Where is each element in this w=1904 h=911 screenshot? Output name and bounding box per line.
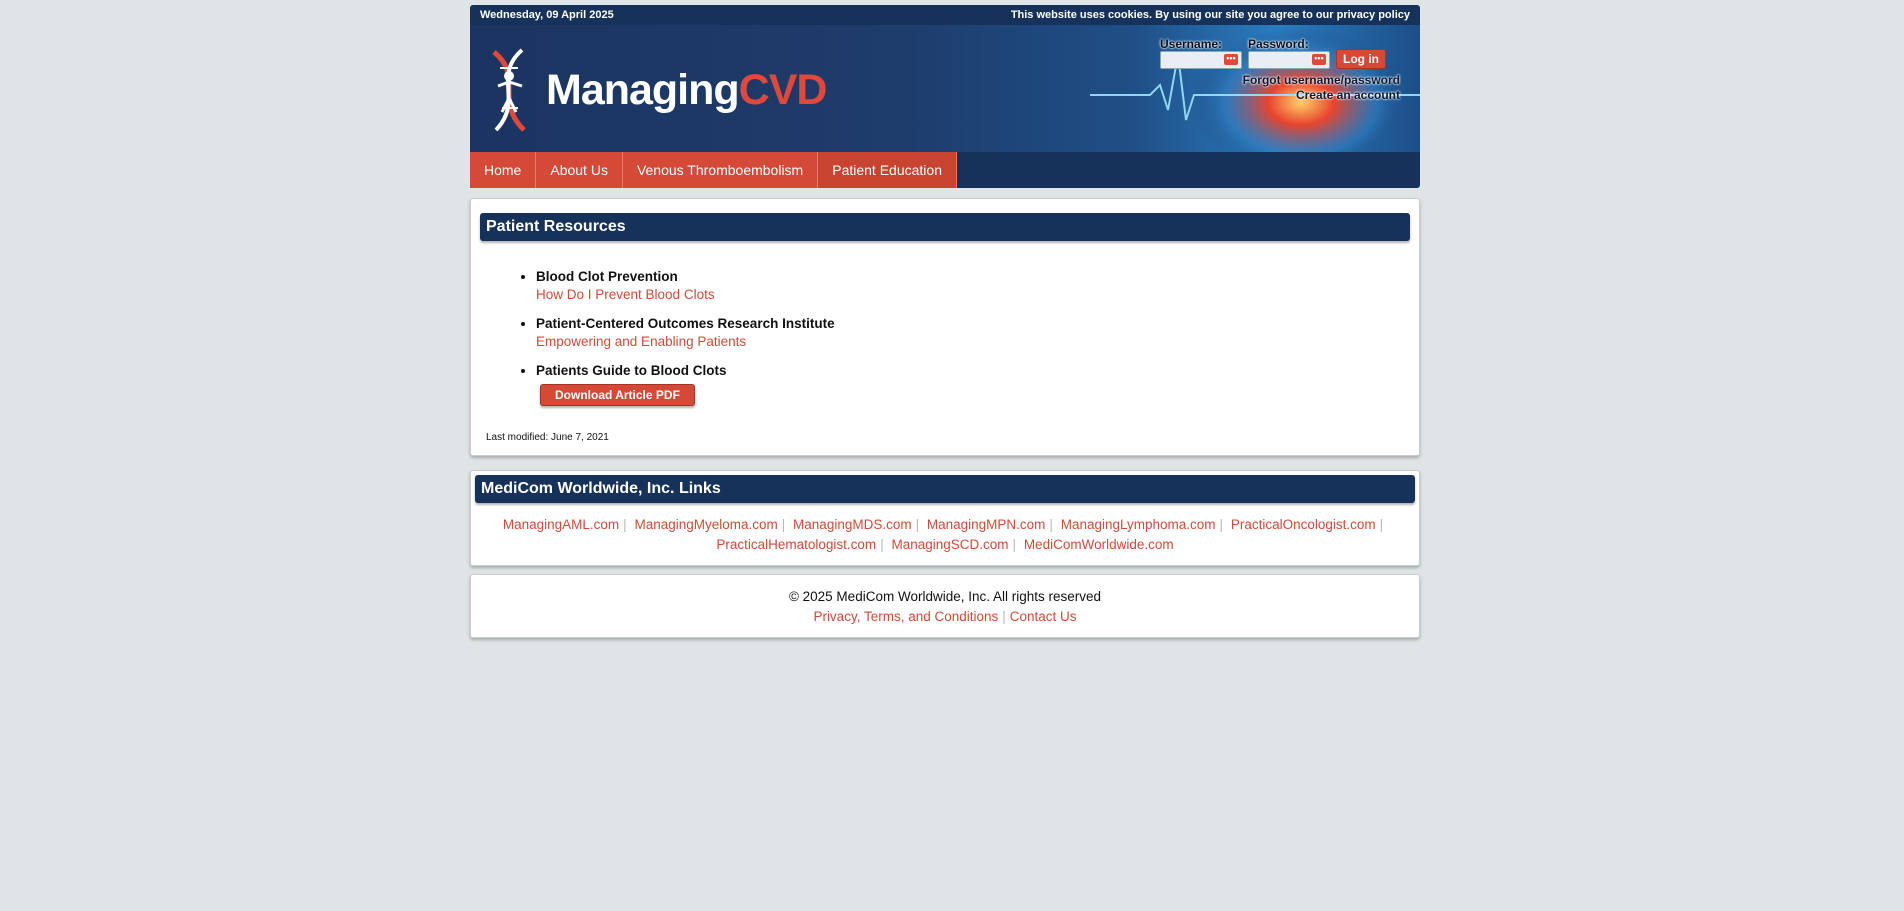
resource-list: Blood Clot Prevention How Do I Prevent B…: [480, 269, 1410, 406]
site-link[interactable]: ManagingMPN.com: [927, 517, 1046, 532]
resource-title: Patients Guide to Blood Clots: [536, 363, 727, 378]
username-input[interactable]: •••: [1160, 51, 1242, 69]
separator: |: [1049, 517, 1053, 532]
site-links: ManagingAML.com | ManagingMyeloma.com | Ma…: [475, 515, 1415, 555]
logo-text-managing: Managing: [546, 65, 740, 114]
site-link[interactable]: MediComWorldwide.com: [1024, 537, 1174, 552]
cookie-notice[interactable]: This website uses cookies. By using our …: [1011, 9, 1410, 21]
copyright: © 2025 MediCom Worldwide, Inc. All right…: [788, 589, 1102, 604]
medicom-links-panel: MediCom Worldwide, Inc. Links ManagingAM…: [470, 470, 1420, 566]
password-manager-icon[interactable]: •••: [1312, 54, 1326, 65]
site-link[interactable]: ManagingAML.com: [503, 517, 619, 532]
header-banner: ManagingCVD Username: ••• Password: ••• …: [470, 25, 1420, 152]
site-link[interactable]: PracticalOncologist.com: [1231, 517, 1376, 532]
create-account-link[interactable]: Create an account: [1296, 88, 1400, 102]
forgot-password-link[interactable]: Forgot username/password: [1243, 73, 1400, 87]
last-modified: Last modified: June 7, 2021: [486, 432, 609, 443]
separator: |: [1012, 537, 1017, 552]
current-date: Wednesday, 09 April 2025: [480, 9, 614, 21]
password-manager-icon[interactable]: •••: [1224, 54, 1238, 65]
patient-resources-panel: Patient Resources Blood Clot Prevention …: [470, 198, 1420, 456]
list-item: Patient-Centered Outcomes Research Insti…: [536, 316, 1410, 349]
resource-title: Patient-Centered Outcomes Research Insti…: [536, 316, 835, 331]
separator: |: [781, 517, 786, 532]
main-nav: Home About Us Venous Thromboembolism Pat…: [470, 152, 1420, 188]
site-logo[interactable]: ManagingCVD: [484, 45, 828, 135]
password-label: Password:: [1248, 37, 1309, 51]
footer-panel: © 2025 MediCom Worldwide, Inc. All right…: [470, 574, 1420, 638]
site-link[interactable]: ManagingLymphoma.com: [1061, 517, 1216, 532]
site-link[interactable]: ManagingSCD.com: [891, 537, 1008, 552]
contact-link[interactable]: Contact Us: [1010, 609, 1077, 624]
site-link[interactable]: ManagingMyeloma.com: [634, 517, 777, 532]
password-input[interactable]: •••: [1248, 51, 1330, 69]
panel-title: MediCom Worldwide, Inc. Links: [475, 475, 1415, 503]
separator: |: [623, 517, 627, 532]
username-label: Username:: [1160, 37, 1223, 51]
separator: |: [1219, 517, 1224, 532]
list-item: Blood Clot Prevention How Do I Prevent B…: [536, 269, 1410, 302]
list-item: Patients Guide to Blood Clots Download A…: [536, 363, 1410, 406]
download-pdf-button[interactable]: Download Article PDF: [540, 384, 695, 406]
login-button[interactable]: Log in: [1336, 49, 1386, 69]
panel-title: Patient Resources: [480, 213, 1410, 241]
nav-about-us[interactable]: About Us: [536, 152, 623, 188]
logo-text: ManagingCVD: [546, 65, 828, 115]
logo-text-cvd: CVD: [738, 65, 828, 114]
separator: |: [880, 537, 884, 552]
resource-link[interactable]: Empowering and Enabling Patients: [536, 334, 1410, 349]
nav-home[interactable]: Home: [470, 152, 537, 188]
nav-patient-education[interactable]: Patient Education: [818, 152, 957, 188]
top-bar: Wednesday, 09 April 2025 This website us…: [470, 5, 1420, 25]
privacy-link[interactable]: Privacy, Terms, and Conditions: [813, 609, 998, 624]
site-link[interactable]: PracticalHematologist.com: [716, 537, 876, 552]
separator: |: [915, 517, 920, 532]
separator: |: [1379, 517, 1384, 532]
page-container: Wednesday, 09 April 2025 This website us…: [470, 5, 1420, 638]
login-form: Username: ••• Password: ••• Log in Forgo…: [1160, 37, 1400, 103]
nav-venous-thromboembolism[interactable]: Venous Thromboembolism: [622, 152, 819, 188]
resource-title: Blood Clot Prevention: [536, 269, 678, 284]
resource-link[interactable]: How Do I Prevent Blood Clots: [536, 287, 1410, 302]
dna-figure-icon: [492, 48, 526, 132]
separator: |: [1002, 609, 1006, 624]
site-link[interactable]: ManagingMDS.com: [793, 517, 912, 532]
